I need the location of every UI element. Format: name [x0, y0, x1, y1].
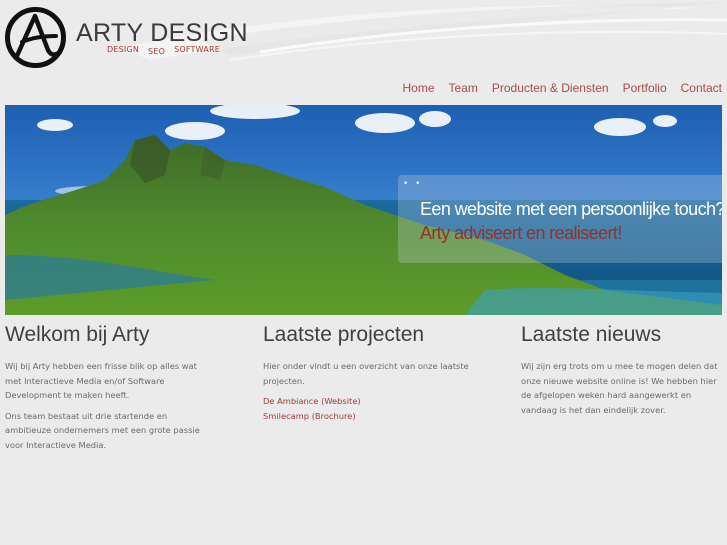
- projects-section: Laatste projecten Hier onder vindt u een…: [263, 323, 473, 423]
- news-paragraph: Wij zijn erg trots om u mee te mogen del…: [521, 361, 718, 415]
- arty-logo-icon[interactable]: [4, 6, 67, 69]
- main-nav: Home Team Producten & Diensten Portfolio…: [389, 81, 723, 95]
- welcome-section: Welkom bij Arty Wij bij Arty hebben een …: [5, 323, 215, 458]
- nav-portfolio[interactable]: Portfolio: [623, 81, 667, 95]
- news-title: Laatste nieuws: [521, 323, 662, 346]
- welcome-paragraph-1: Wij bij Arty hebben een frisse blik op a…: [5, 361, 197, 400]
- brand-name[interactable]: ARTY DESIGN: [76, 19, 248, 48]
- nav-producten-diensten[interactable]: Producten & Diensten: [492, 81, 609, 95]
- news-section: Laatste nieuws Wij zijn erg trots om u m…: [521, 323, 726, 423]
- nav-team[interactable]: Team: [449, 81, 478, 95]
- tag-design: DESIGN: [107, 45, 140, 54]
- nav-home[interactable]: Home: [403, 81, 435, 95]
- nav-contact[interactable]: Contact: [681, 81, 722, 95]
- welcome-paragraph-2: Ons team bestaat uit drie startende en a…: [5, 410, 200, 450]
- welcome-title: Welkom bij Arty: [5, 323, 150, 346]
- slide-indicator[interactable]: • •: [403, 179, 422, 189]
- projects-intro: Hier onder vindt u een overzicht van onz…: [263, 361, 469, 386]
- project-link-de-ambiance[interactable]: De Ambiance (Website): [263, 394, 473, 409]
- brand-tagline: DESIGN SEO SOFTWARE: [107, 45, 229, 56]
- hero-banner: • • Een website met een persoonlijke tou…: [5, 105, 722, 315]
- hero-headline: Een website met een persoonlijke touch?: [420, 199, 722, 219]
- tag-seo: SEO: [148, 47, 166, 56]
- tag-software: SOFTWARE: [174, 45, 220, 54]
- projects-title: Laatste projecten: [263, 323, 425, 346]
- hero-caption-box: • • Een website met een persoonlijke tou…: [398, 175, 722, 263]
- project-link-smilecamp[interactable]: Smilecamp (Brochure): [263, 409, 473, 424]
- hero-subline: Arty adviseert en realiseert!: [420, 223, 622, 243]
